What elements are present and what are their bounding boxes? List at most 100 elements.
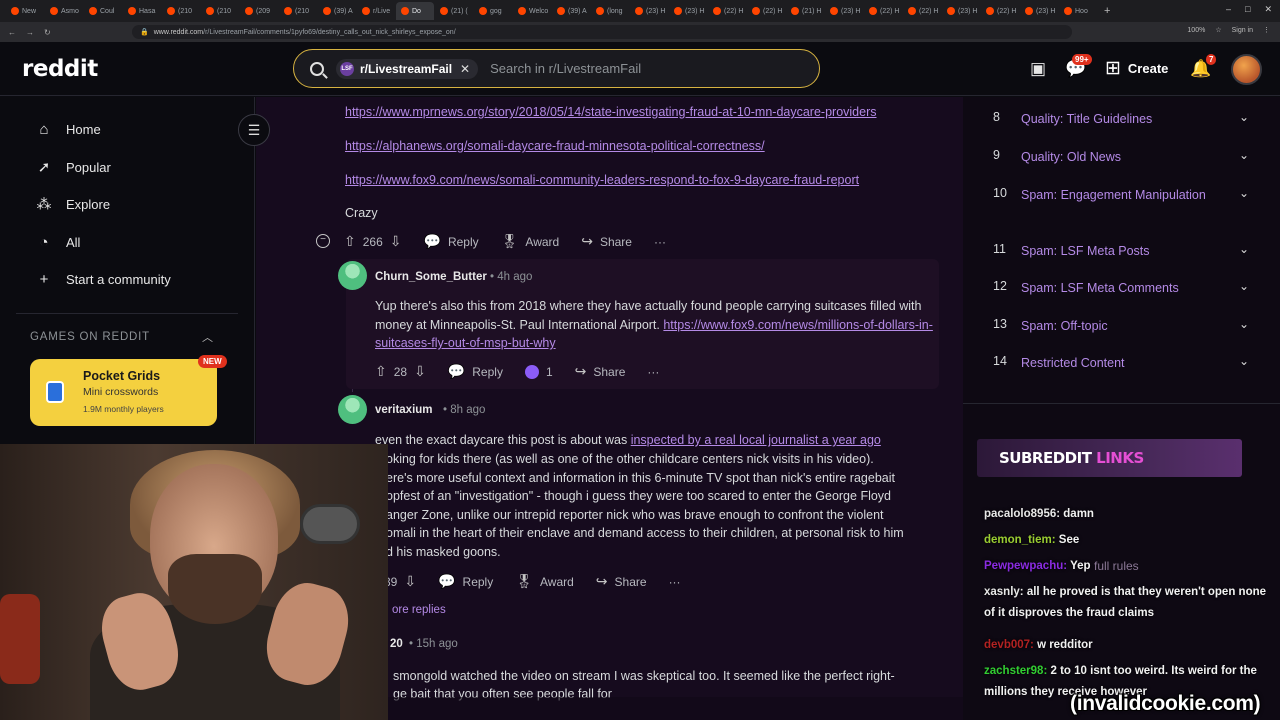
comment-link-3[interactable]: https://www.fox9.com/news/somali-communi… [345, 173, 859, 187]
browser-tab[interactable]: Hoo [1059, 2, 1097, 20]
comment-author[interactable]: 20 [390, 638, 403, 650]
chevron-down-icon[interactable]: ⌄ [1239, 186, 1249, 205]
browser-tab[interactable]: (210 [201, 2, 239, 20]
back-icon[interactable]: ← [8, 28, 16, 37]
collapse-thread-icon[interactable]: − [316, 234, 330, 248]
create-button[interactable]: ⊞ Create [1105, 59, 1168, 78]
award-button[interactable]: 🎖 Award [501, 233, 560, 250]
browser-tab[interactable]: gog [474, 2, 512, 20]
share-button[interactable]: ↪ Share [581, 233, 632, 250]
new-tab-icon[interactable]: + [1104, 5, 1110, 17]
close-icon[interactable]: ✕ [1264, 4, 1272, 15]
comment-link[interactable]: inspected by a real local journalist a y… [631, 433, 881, 447]
browser-tab[interactable]: Do [396, 2, 434, 20]
browser-tab[interactable]: Asmo [45, 2, 83, 20]
browser-tab[interactable]: Coul [84, 2, 122, 20]
more-options-button[interactable]: ··· [669, 575, 681, 589]
zoom-level[interactable]: 100% [1187, 27, 1205, 34]
game-card-pocket-grids[interactable]: Pocket Grids Mini crosswords 1.9M monthl… [30, 359, 217, 426]
browser-tab[interactable]: (23) H [942, 2, 980, 20]
nav-popular[interactable]: ➚ Popular [35, 158, 111, 176]
maximize-icon[interactable]: □ [1245, 4, 1250, 15]
more-options-button[interactable]: ··· [647, 365, 659, 379]
browser-tab[interactable]: (210 [162, 2, 200, 20]
browser-tab[interactable]: (23) H [669, 2, 707, 20]
comment-link-2[interactable]: https://alphanews.org/somali-daycare-fra… [345, 139, 765, 153]
chip-close-icon[interactable]: ✕ [460, 62, 470, 76]
browser-tab[interactable]: (22) H [981, 2, 1019, 20]
search-subreddit-chip[interactable]: LSF r/LivestreamFail ✕ [336, 58, 479, 79]
reply-button[interactable]: 💬 Reply [424, 233, 479, 250]
chevron-down-icon[interactable]: ⌄ [1239, 242, 1249, 261]
more-replies-link[interactable]: ore replies [392, 604, 446, 616]
forward-icon[interactable]: → [26, 28, 34, 37]
browser-tab[interactable]: (22) H [708, 2, 746, 20]
comment-avatar[interactable] [338, 395, 367, 424]
chevron-down-icon[interactable]: ⌄ [1239, 110, 1249, 129]
browser-tab[interactable]: r/Live [357, 2, 395, 20]
nav-all[interactable]: ◔ All [35, 233, 80, 251]
nav-explore[interactable]: ⁂ Explore [35, 195, 111, 213]
browser-tab[interactable]: (23) H [825, 2, 863, 20]
chat-username[interactable]: demon_tiem: [984, 534, 1056, 546]
chevron-down-icon[interactable]: ⌄ [1239, 354, 1249, 373]
rule-item[interactable]: 12 Spam: LSF Meta Comments ⌄ [993, 279, 1249, 298]
bookmark-star-icon[interactable]: ☆ [1215, 26, 1221, 34]
browser-tab[interactable]: (22) H [747, 2, 785, 20]
award-button[interactable]: 🎖 Award [515, 573, 574, 590]
menu-dots-icon[interactable]: ⋮ [1263, 26, 1270, 34]
reply-button[interactable]: 💬 Reply [448, 363, 503, 380]
downvote-icon[interactable]: ⇩ [414, 363, 426, 380]
browser-tab[interactable]: (39) A [318, 2, 356, 20]
search-input[interactable]: Search in r/LivestreamFail [490, 61, 641, 76]
browser-tab[interactable]: (210 [279, 2, 317, 20]
rule-item[interactable]: 11 Spam: LSF Meta Posts ⌄ [993, 242, 1249, 261]
browser-tab[interactable]: (23) H [1020, 2, 1058, 20]
browser-tab[interactable]: Welco [513, 2, 551, 20]
browser-tab[interactable]: (21) ( [435, 2, 473, 20]
chat-username[interactable]: zachster98: [984, 665, 1047, 677]
award-count[interactable]: 1 [524, 364, 553, 379]
rule-item[interactable]: 13 Spam: Off-topic ⌄ [993, 317, 1249, 336]
rule-item[interactable]: 9 Quality: Old News ⌄ [993, 148, 1249, 167]
comment-author[interactable]: veritaxium [375, 404, 433, 416]
browser-tab[interactable]: (long [591, 2, 629, 20]
games-section-header[interactable]: GAMES ON REDDIT [30, 331, 150, 343]
comment-link-1[interactable]: https://www.mprnews.org/story/2018/05/14… [345, 105, 877, 119]
browser-tab[interactable]: (22) H [864, 2, 902, 20]
nav-start-community[interactable]: + Start a community [35, 270, 171, 288]
share-button[interactable]: ↪ Share [575, 363, 626, 380]
sidebar-collapse-button[interactable]: ☰ [238, 114, 270, 146]
reddit-logo[interactable]: reddit [22, 56, 98, 82]
downvote-icon[interactable]: ⇩ [404, 573, 416, 590]
signin-button[interactable]: Sign in [1232, 27, 1253, 34]
url-field[interactable]: 🔒 www.reddit.com/r/LivestreamFail/commen… [132, 25, 1072, 39]
chat-username[interactable]: Pewpewpachu: [984, 560, 1067, 572]
upvote-icon[interactable]: ⇧ [375, 363, 387, 380]
browser-tab[interactable]: (22) H [903, 2, 941, 20]
chat-username[interactable]: devb007: [984, 639, 1034, 651]
reload-icon[interactable]: ↻ [44, 28, 51, 37]
chat-username[interactable]: pacalolo8956: [984, 508, 1060, 520]
comment-avatar[interactable] [338, 261, 367, 290]
rule-item[interactable]: 8 Quality: Title Guidelines ⌄ [993, 110, 1249, 129]
browser-tab[interactable]: New [6, 2, 44, 20]
search-bar[interactable]: LSF r/LivestreamFail ✕ Search in r/Lives… [293, 49, 820, 88]
rule-item[interactable]: 10 Spam: Engagement Manipulation ⌄ [993, 186, 1249, 205]
browser-tab[interactable]: Hasa [123, 2, 161, 20]
chevron-down-icon[interactable]: ⌄ [1239, 317, 1249, 336]
reply-button[interactable]: 💬 Reply [438, 573, 493, 590]
comment-author[interactable]: Churn_Some_Butter [375, 271, 487, 283]
chevron-down-icon[interactable]: ⌄ [1239, 279, 1249, 298]
browser-tab[interactable]: (209 [240, 2, 278, 20]
chat-username[interactable]: xasnly: [984, 586, 1024, 598]
more-options-button[interactable]: ··· [654, 235, 666, 249]
nav-home[interactable]: ⌂ Home [35, 120, 100, 138]
browser-tab[interactable]: (39) A [552, 2, 590, 20]
rule-item[interactable]: 14 Restricted Content ⌄ [993, 354, 1249, 373]
share-button[interactable]: ↪ Share [596, 573, 647, 590]
browser-tab[interactable]: (21) H [786, 2, 824, 20]
advertise-icon[interactable]: ▣ [1027, 58, 1049, 80]
user-avatar[interactable] [1231, 54, 1262, 85]
minimize-icon[interactable]: – [1226, 4, 1231, 15]
